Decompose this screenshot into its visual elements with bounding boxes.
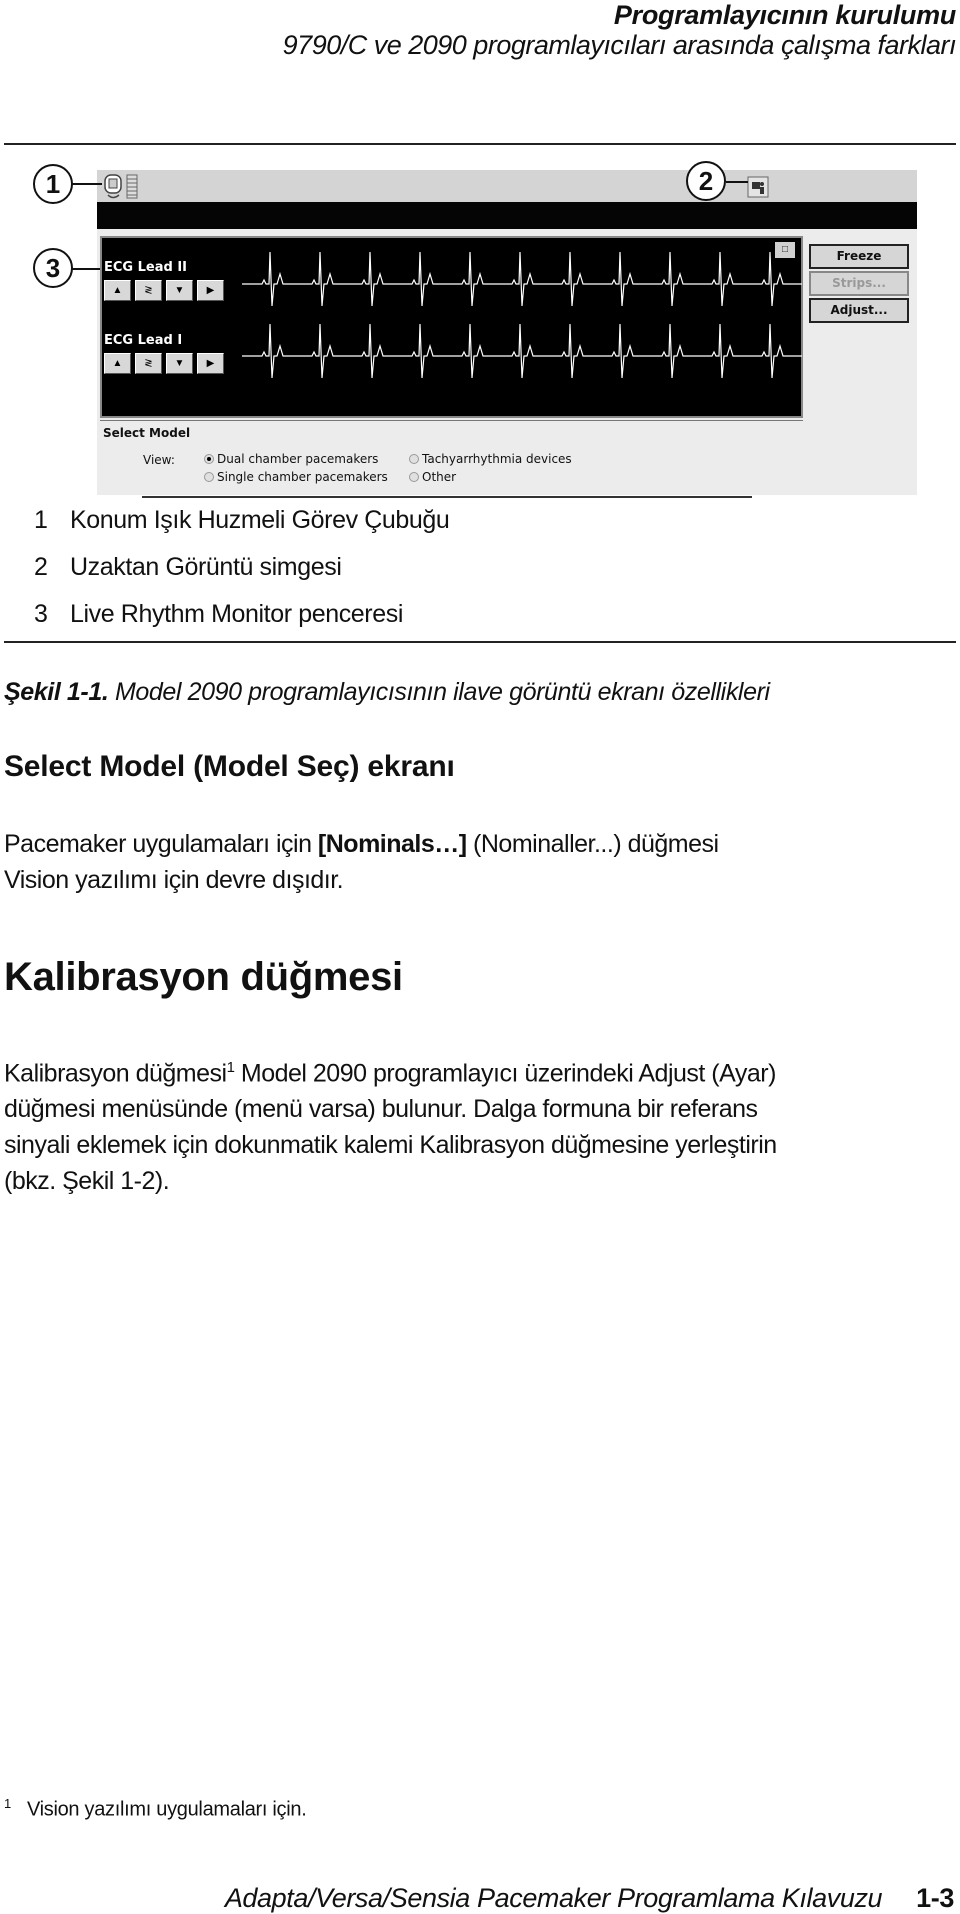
- strips-button[interactable]: Strips...: [809, 271, 909, 296]
- ecg-lead-label: ECG Lead II: [104, 260, 187, 275]
- lead-up-button[interactable]: ▲: [104, 280, 131, 301]
- callout-1: 1: [33, 164, 73, 204]
- lead-select-button[interactable]: ▶: [197, 353, 224, 374]
- callout-2: 2: [686, 161, 726, 201]
- lead-controls: ▲ ≷ ▼ ▶: [104, 280, 224, 301]
- radio-icon: [409, 472, 419, 482]
- programmer-screenshot: ECG Lead II ▲ ≷ ▼ ▶ ECG Lead I ▲ ≷ ▼ ▶ □…: [97, 170, 917, 495]
- legend-item: 1 Konum Işık Huzmeli Görev Çubuğu: [34, 506, 450, 534]
- ecg-trace-lead-i: [242, 323, 802, 379]
- figure-1-1: ECG Lead II ▲ ≷ ▼ ▶ ECG Lead I ▲ ≷ ▼ ▶ □…: [0, 160, 960, 500]
- radio-dual-chamber[interactable]: Dual chamber pacemakers: [204, 452, 378, 466]
- paragraph-nominals: Pacemaker uygulamaları için [Nominals…] …: [4, 830, 719, 894]
- freeze-button[interactable]: Freeze: [809, 244, 909, 269]
- legend-item: 2 Uzaktan Görüntü simgesi: [34, 553, 342, 581]
- ecg-lead-label: ECG Lead I: [104, 333, 183, 348]
- lead-down-button[interactable]: ▼: [166, 280, 193, 301]
- ecg-trace-lead-ii: [242, 251, 802, 307]
- header-title: Programlayıcının kurulumu: [613, 0, 956, 30]
- view-label: View:: [143, 453, 175, 467]
- radio-icon: [409, 454, 419, 464]
- lead-down-button[interactable]: ▼: [166, 353, 193, 374]
- callout-leader: [72, 183, 102, 185]
- lead-select-button[interactable]: ▶: [197, 280, 224, 301]
- header-subtitle: 9790/C ve 2090 programlayıcıları arasınd…: [282, 30, 957, 60]
- footnote: 1 Vision yazılımı uygulamaları için.: [4, 1796, 307, 1821]
- lead-size-button[interactable]: ≷: [135, 280, 162, 301]
- radio-single-chamber[interactable]: Single chamber pacemakers: [204, 470, 388, 484]
- lead-up-button[interactable]: ▲: [104, 353, 131, 374]
- adjust-button[interactable]: Adjust...: [809, 298, 909, 323]
- position-lightbeam-icon[interactable]: [103, 174, 145, 200]
- lead-size-button[interactable]: ≷: [135, 353, 162, 374]
- section-heading-calibration: Kalibrasyon düğmesi: [4, 955, 403, 999]
- radio-icon: [204, 472, 214, 482]
- radio-other[interactable]: Other: [409, 470, 456, 484]
- callout-leader: [72, 268, 100, 270]
- paragraph-calibration: Kalibrasyon düğmesi1 Model 2090 programl…: [4, 1059, 777, 1196]
- window-toggle-button[interactable]: □: [775, 242, 795, 258]
- radio-selected-icon: [204, 454, 214, 464]
- remote-view-icon[interactable]: [747, 176, 769, 198]
- callout-3: 3: [33, 248, 73, 288]
- radio-tachyarrhythmia[interactable]: Tachyarrhythmia devices: [409, 452, 572, 466]
- callout-leader: [726, 181, 748, 183]
- status-bar: [97, 202, 917, 229]
- screenshot-bottom-edge: [142, 496, 752, 498]
- page-footer: Adapta/Versa/Sensia Pacemaker Programlam…: [224, 1883, 955, 1913]
- page-number: 1-3: [916, 1883, 954, 1913]
- position-lightbeam-taskbar: [97, 170, 917, 202]
- live-rhythm-monitor-window: ECG Lead II ▲ ≷ ▼ ▶ ECG Lead I ▲ ≷ ▼ ▶ □: [100, 236, 803, 418]
- legend-item: 3 Live Rhythm Monitor penceresi: [34, 600, 403, 628]
- section-heading-select-model: Select Model (Model Seç) ekranı: [4, 750, 455, 783]
- figure-caption: Şekil 1-1. Model 2090 programlayıcısının…: [4, 678, 770, 706]
- legend-rule: [4, 641, 956, 643]
- select-model-title: Select Model: [103, 426, 191, 440]
- top-rule: [4, 143, 956, 145]
- divider: [100, 420, 803, 421]
- lead-controls: ▲ ≷ ▼ ▶: [104, 353, 224, 374]
